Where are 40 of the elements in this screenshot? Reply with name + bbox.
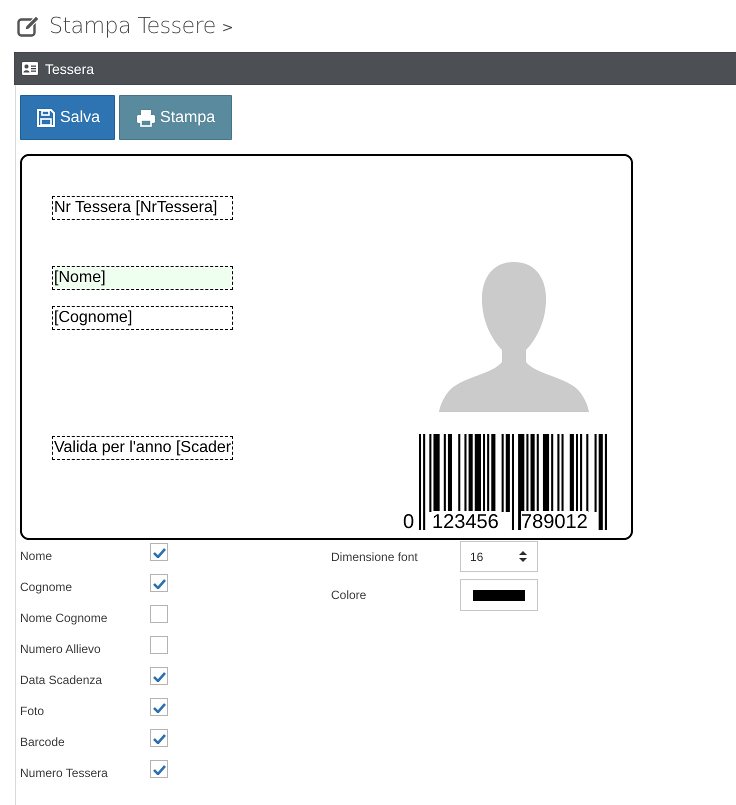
checkbox[interactable] bbox=[150, 760, 168, 778]
option-label: Barcode bbox=[20, 735, 66, 749]
checkbox[interactable] bbox=[150, 543, 168, 561]
option-label: Nome Cognome bbox=[20, 611, 108, 625]
option-label: Nome bbox=[20, 549, 54, 563]
check-icon bbox=[152, 764, 166, 774]
check-icon bbox=[152, 546, 166, 558]
checkbox[interactable] bbox=[150, 636, 168, 654]
edit-icon bbox=[17, 15, 41, 37]
option-label: Numero Tessera bbox=[20, 766, 109, 780]
check-icon bbox=[152, 670, 166, 682]
color-picker[interactable] bbox=[460, 579, 538, 611]
checkbox[interactable] bbox=[150, 574, 168, 592]
panel-title: Tessera bbox=[45, 60, 94, 76]
number-field[interactable]: 16 bbox=[460, 541, 538, 572]
card-field[interactable]: [Nome] bbox=[52, 266, 233, 290]
print-button[interactable]: Stampa bbox=[119, 95, 232, 140]
check-icon bbox=[152, 702, 166, 712]
option-label: Foto bbox=[20, 704, 46, 718]
checkbox[interactable] bbox=[150, 729, 168, 747]
setting-label: Colore bbox=[331, 588, 368, 604]
card-field[interactable]: [Cognome] bbox=[52, 306, 233, 330]
up-down-icon bbox=[519, 551, 527, 562]
card-field[interactable]: Nr Tessera [NrTessera] bbox=[52, 196, 233, 220]
check-icon bbox=[152, 578, 166, 588]
id-card-icon bbox=[22, 62, 38, 75]
checkbox[interactable] bbox=[150, 605, 168, 623]
barcode-digits: 789012 bbox=[521, 511, 588, 533]
checkbox[interactable] bbox=[150, 698, 168, 716]
save-button[interactable]: Salva bbox=[20, 95, 116, 140]
option-label: Cognome bbox=[20, 580, 74, 594]
setting-label: Dimensione font bbox=[331, 550, 419, 566]
option-label: Numero Allievo bbox=[20, 642, 102, 656]
printer-icon bbox=[136, 108, 156, 128]
breadcrumb-separator: > bbox=[222, 20, 234, 36]
check-icon bbox=[152, 732, 166, 744]
page-title: Stampa Tessere bbox=[49, 14, 216, 38]
option-label: Data Scadenza bbox=[20, 673, 104, 687]
card-field[interactable]: Valida per l'anno [Scader bbox=[52, 436, 233, 460]
checkbox[interactable] bbox=[150, 667, 168, 685]
